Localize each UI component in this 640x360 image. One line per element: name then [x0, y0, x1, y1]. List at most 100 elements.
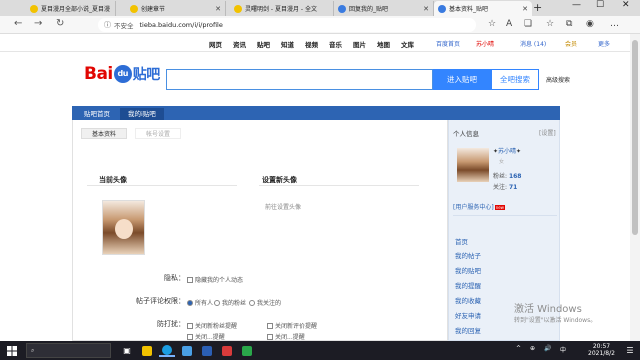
topnav-item[interactable]: 文库	[401, 39, 414, 49]
topnav-item[interactable]: 图片	[353, 39, 366, 49]
blue-nav-bar: 贴吧首页 我的i贴吧	[72, 106, 560, 120]
baidu-home-link[interactable]: 百度首页	[436, 39, 460, 48]
enter-tieba-button[interactable]: 进入贴吧	[433, 69, 491, 90]
service-link-text: [用户服务中心]	[453, 204, 494, 211]
sidebar-avatar[interactable]	[457, 148, 489, 182]
comment-permission-radio-all[interactable]: 所有人	[187, 298, 213, 307]
word-icon[interactable]	[199, 344, 215, 357]
address-bar-row: ← → ↻ ⓘ 不安全 tieba.baidu.com/i/i/profile …	[0, 16, 640, 34]
advanced-search-link[interactable]: 高级搜索	[546, 75, 570, 84]
browser-tab-active[interactable]: 基本资料_贴吧 ✕	[434, 1, 532, 16]
my-tieba-tab[interactable]: 我的i贴吧	[120, 108, 164, 120]
checkbox-label: 关闭新粉丝提醒	[195, 323, 238, 330]
username-text: 苏小晴	[498, 148, 517, 155]
more-icon[interactable]: …	[610, 19, 619, 29]
sidebar-link-my-tieba[interactable]: 我的贴吧	[455, 265, 481, 275]
sidebar-link-my-replies[interactable]: 我的回复	[455, 325, 481, 335]
edge-browser-icon[interactable]	[159, 344, 175, 357]
set-avatar-link[interactable]: 前往设置头像	[265, 202, 301, 211]
file-explorer-icon[interactable]	[139, 344, 155, 357]
username-link[interactable]: 苏小晴	[476, 39, 494, 48]
sidebar-link-my-favorites[interactable]: 我的收藏	[455, 295, 481, 305]
browser-tab-bar: 夏目漫月全部小说_夏目漫 创建章节 ✕ 灵曙明剑 - 夏目漫月 - 全文 回复我…	[0, 0, 640, 16]
app-icon[interactable]	[239, 344, 255, 357]
taskbar-clock[interactable]: 20:57 2021/8/2	[588, 343, 615, 357]
fans-count[interactable]: 粉丝: 168	[493, 171, 521, 180]
browser-tab[interactable]: 夏目漫月全部小说_夏目漫	[26, 1, 116, 16]
topnav-item[interactable]: 贴吧	[257, 39, 270, 49]
close-tab-icon[interactable]: ✕	[215, 5, 221, 13]
search-icon: ⌕	[31, 346, 35, 354]
tieba-home-tab[interactable]: 贴吧首页	[76, 108, 118, 120]
sidebar-link-home[interactable]: 首页	[455, 236, 468, 246]
notifications-icon[interactable]: ☰	[624, 344, 636, 357]
sidebar-username[interactable]: ✦苏小晴✦	[493, 146, 521, 155]
profile-icon[interactable]: ◉	[586, 19, 594, 29]
browser-tab[interactable]: 创建章节 ✕	[126, 1, 226, 16]
sidebar-link-my-reminders[interactable]: 我的提醒	[455, 280, 481, 290]
favorite-star-icon[interactable]: ☆	[488, 19, 496, 29]
follow-count[interactable]: 关注: 71	[493, 182, 517, 191]
app-icon[interactable]	[219, 344, 235, 357]
start-button[interactable]	[4, 344, 20, 357]
sidebar-link-friend-requests[interactable]: 好友申请	[455, 310, 481, 320]
follow-label: 关注:	[493, 184, 508, 191]
divider	[453, 215, 557, 216]
topnav-item[interactable]: 地图	[377, 39, 390, 49]
vip-link[interactable]: 会员	[565, 39, 577, 48]
tray-chevron-icon[interactable]: ^	[516, 345, 521, 352]
volume-icon[interactable]: 🔊	[544, 345, 551, 352]
page-scrollbar[interactable]	[630, 34, 640, 341]
new-tab-button[interactable]: +	[533, 1, 542, 14]
task-view-icon[interactable]: ▣	[119, 344, 135, 357]
network-icon[interactable]: ⊕	[530, 345, 535, 352]
all-search-button[interactable]: 全吧搜索	[491, 69, 539, 90]
topnav-item[interactable]: 知道	[281, 39, 294, 49]
close-tab-icon[interactable]: ✕	[423, 5, 429, 13]
comment-permission-radio-following[interactable]: 我关注的	[249, 298, 281, 307]
close-tab-icon[interactable]: ✕	[522, 5, 528, 13]
more-link[interactable]: 更多	[598, 39, 610, 48]
disturb-new-fans-checkbox[interactable]: 关闭新粉丝提醒	[187, 321, 237, 330]
reload-button[interactable]: ↻	[56, 18, 64, 29]
browser-tab[interactable]: 灵曙明剑 - 夏目漫月 - 全文	[230, 1, 334, 16]
disturb-checkbox[interactable]: 关闭...提醒	[267, 332, 305, 341]
minimize-button[interactable]: —	[572, 0, 581, 10]
tieba-logo[interactable]: Bai du 贴吧	[84, 64, 160, 84]
favorites-icon[interactable]: ☆	[546, 19, 554, 29]
tab-account-settings[interactable]: 帐号设置	[135, 128, 182, 139]
maximize-button[interactable]: ☐	[596, 0, 604, 10]
divider	[259, 185, 419, 186]
clock-time: 20:57	[592, 343, 611, 350]
back-button[interactable]: ←	[14, 18, 22, 29]
url-field[interactable]: ⓘ 不安全 tieba.baidu.com/i/i/profile	[98, 18, 476, 32]
read-aloud-icon[interactable]: A	[506, 19, 512, 29]
sidebar-settings-link[interactable]: [设置]	[539, 128, 556, 137]
forward-button[interactable]: →	[34, 18, 42, 29]
disturb-checkbox[interactable]: 关闭...提醒	[187, 332, 225, 341]
collections-icon[interactable]: ❏	[524, 19, 532, 29]
top-nav: 网页 资讯 贴吧 知道 视频 音乐 图片 地图 文库 百度首页 苏小晴 消息 (…	[0, 34, 630, 52]
extensions-icon[interactable]: ⧉	[566, 19, 572, 29]
topnav-item[interactable]: 网页	[209, 39, 222, 49]
topnav-item[interactable]: 资讯	[233, 39, 246, 49]
paw-icon: du	[113, 65, 132, 83]
ime-icon[interactable]: 中	[560, 345, 566, 354]
topnav-item[interactable]: 视频	[305, 39, 318, 49]
close-window-button[interactable]: ✕	[622, 0, 630, 10]
comment-permission-radio-fans[interactable]: 我的粉丝	[214, 298, 246, 307]
windows-taskbar: ⌕ ▣ ^ ⊕ 🔊 中 20:57 2021/8/2 ☰	[0, 341, 640, 360]
user-service-center-link[interactable]: [用户服务中心] new	[453, 202, 505, 211]
search-input[interactable]	[166, 69, 433, 90]
sidebar-link-my-posts[interactable]: 我的帖子	[455, 250, 481, 260]
hide-activity-checkbox[interactable]: 隐藏我的个人动态	[187, 275, 243, 284]
taskbar-search-input[interactable]: ⌕	[26, 343, 111, 358]
topnav-item[interactable]: 音乐	[329, 39, 342, 49]
page-content: 网页 资讯 贴吧 知道 视频 音乐 图片 地图 文库 百度首页 苏小晴 消息 (…	[0, 34, 640, 341]
browser-tab[interactable]: 回复我的_贴吧 ✕	[334, 1, 434, 16]
store-icon[interactable]	[179, 344, 195, 357]
tab-favicon-icon	[234, 4, 242, 13]
tab-basic-info[interactable]: 基本资料	[81, 128, 128, 139]
messages-link[interactable]: 消息 (14)	[520, 39, 546, 48]
disturb-new-comments-checkbox[interactable]: 关闭新评价提醒	[267, 321, 317, 330]
